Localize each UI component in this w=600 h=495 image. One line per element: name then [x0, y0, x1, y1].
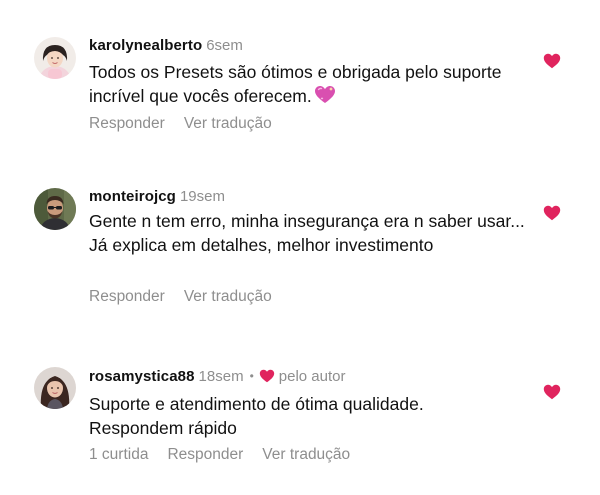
reply-button[interactable]: Responder: [89, 288, 165, 305]
comment-text: Todos os Presets são ótimos e obrigada p…: [89, 60, 529, 111]
comment-header: karolynealberto 6sem: [89, 37, 243, 55]
comment-text: Suporte e atendimento de ótima qualidade…: [89, 392, 489, 440]
avatar[interactable]: [34, 188, 76, 230]
avatar[interactable]: [34, 37, 76, 79]
comment-body: Suporte e atendimento de ótima qualidade…: [89, 394, 424, 438]
likes-count-button[interactable]: 1 curtida: [89, 446, 148, 463]
heart-filled-icon: [259, 369, 275, 388]
reply-button[interactable]: Responder: [167, 446, 243, 463]
comment-actions: Responder Ver tradução: [89, 288, 291, 306]
liked-by-author-label: pelo autor: [278, 368, 346, 385]
username-link[interactable]: karolynealberto: [89, 37, 202, 54]
comment-actions: 1 curtida Responder Ver tradução: [89, 446, 369, 464]
username-link[interactable]: monteirojcg: [89, 188, 176, 205]
comment-actions: Responder Ver tradução: [89, 115, 291, 133]
comment-header: rosamystica88 18sem • pelo autor: [89, 368, 346, 388]
like-button[interactable]: [543, 53, 561, 69]
see-translation-button[interactable]: Ver tradução: [184, 288, 272, 305]
avatar[interactable]: [34, 367, 76, 409]
username-link[interactable]: rosamystica88: [89, 368, 195, 385]
like-button[interactable]: [543, 205, 561, 221]
comment-text: Gente n tem erro, minha insegurança era …: [89, 209, 527, 257]
comment-header: monteirojcg 19sem: [89, 188, 225, 206]
comment-timestamp[interactable]: 6sem: [206, 37, 243, 54]
comment-timestamp[interactable]: 19sem: [180, 188, 225, 205]
see-translation-button[interactable]: Ver tradução: [262, 446, 350, 463]
separator-dot: •: [249, 369, 254, 383]
comment-body: Gente n tem erro, minha insegurança era …: [89, 211, 525, 255]
sparkling-heart-icon: [314, 85, 336, 111]
see-translation-button[interactable]: Ver tradução: [184, 115, 272, 132]
comment-timestamp[interactable]: 18sem: [199, 368, 244, 385]
comment-body: Todos os Presets são ótimos e obrigada p…: [89, 62, 502, 106]
heart-filled-icon: [543, 53, 561, 69]
reply-button[interactable]: Responder: [89, 115, 165, 132]
heart-filled-icon: [543, 205, 561, 221]
like-button[interactable]: [543, 384, 561, 400]
heart-filled-icon: [543, 384, 561, 400]
